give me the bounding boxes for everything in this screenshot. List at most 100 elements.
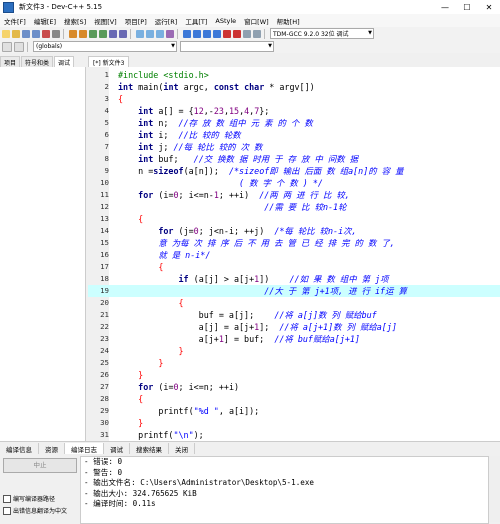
main-toolbar: TDM-GCC 9.2.0 32位 调试 ▼: [0, 27, 500, 40]
redo-icon[interactable]: [79, 29, 87, 38]
menu-file[interactable]: 文件[F]: [4, 16, 26, 26]
project-new-icon[interactable]: [136, 29, 144, 38]
rebuild-icon[interactable]: [213, 29, 221, 38]
compile-run-icon[interactable]: [203, 29, 211, 38]
profile-delete-icon[interactable]: [253, 29, 261, 38]
code-line: 3{: [104, 94, 124, 104]
title-bar: 新文件3 - Dev-C++ 5.15 — ☐ ✕: [0, 0, 500, 14]
menu-edit[interactable]: 编辑[E]: [34, 16, 56, 26]
tab-project[interactable]: 项目: [0, 56, 21, 67]
line-number: 23: [100, 334, 109, 343]
close-file-icon[interactable]: [42, 29, 50, 38]
line-number: 8: [104, 154, 109, 163]
new-file-icon[interactable]: [2, 29, 10, 38]
code-line: 24 }: [100, 346, 184, 356]
project-add-icon[interactable]: [146, 29, 154, 38]
compiler-path-checkbox[interactable]: 编写编译器路径: [3, 494, 55, 503]
tab-debug-bottom[interactable]: 调试: [104, 442, 130, 455]
check-syntax-icon[interactable]: [166, 29, 174, 38]
tab-resources[interactable]: 资源: [39, 442, 65, 455]
stop-icon[interactable]: [233, 29, 241, 38]
chevron-down-icon: ▼: [368, 30, 372, 36]
close-button[interactable]: ✕: [478, 0, 500, 14]
code-editor[interactable]: 1 #include <stdio.h> 2 int main(int argc, …: [88, 67, 500, 441]
menu-bar: 文件[F] 编辑[E] 搜索[S] 视图[V] 项目[P] 运行[R] 工具[T…: [0, 14, 500, 27]
menu-help[interactable]: 帮助[H]: [277, 16, 300, 26]
tab-debug[interactable]: 调试: [54, 56, 75, 67]
project-remove-icon[interactable]: [156, 29, 164, 38]
line-number: 3: [104, 94, 109, 103]
tab-compile-info[interactable]: 编译信息: [0, 442, 39, 455]
code-line: 28 {: [100, 394, 144, 404]
tab-search-results[interactable]: 搜索结果: [130, 442, 169, 455]
line-number: 26: [100, 370, 109, 379]
line-number: 30: [100, 418, 109, 427]
line-number: 10: [100, 178, 109, 187]
line-number: 7: [104, 142, 109, 151]
log-scrollbar[interactable]: [488, 456, 500, 522]
debug-icon[interactable]: [223, 29, 231, 38]
code-line-highlighted: 19 //大 于 第 j+1项, 进 行 if运 算: [88, 285, 500, 297]
stop-button[interactable]: 中止: [3, 458, 77, 473]
scope-select-value: (globals): [36, 43, 63, 50]
left-panel-tabs: 项目 符号和类 调试: [0, 56, 85, 67]
save-all-icon[interactable]: [32, 29, 40, 38]
line-number: 2: [104, 82, 109, 91]
line-number: 17: [100, 262, 109, 271]
code-line: 18 if (a[j] > a[j+1]) //如 果 数 组中 第 j项: [100, 274, 389, 284]
minimize-button[interactable]: —: [434, 0, 456, 14]
menu-view[interactable]: 视图[V]: [94, 16, 117, 26]
maximize-button[interactable]: ☐: [456, 0, 478, 14]
scope-select[interactable]: (globals) ▼: [33, 41, 177, 52]
menu-tools[interactable]: 工具[T]: [185, 16, 207, 26]
line-number: 19: [100, 286, 109, 295]
compiler-select-value: TDM-GCC 9.2.0 32位 调试: [273, 31, 349, 38]
line-number: 24: [100, 346, 109, 355]
line-number: 28: [100, 394, 109, 403]
save-icon[interactable]: [22, 29, 30, 38]
print-icon[interactable]: [52, 29, 60, 38]
translate-errors-checkbox[interactable]: 出错信息翻译为中文: [3, 506, 67, 515]
find-icon[interactable]: [89, 29, 97, 38]
compile-icon[interactable]: [183, 29, 191, 38]
code-line: 17 {: [100, 262, 164, 272]
log-line: - 编译时间: 0.11s: [84, 499, 156, 508]
compiler-select[interactable]: TDM-GCC 9.2.0 32位 调试 ▼: [270, 28, 374, 39]
replace-icon[interactable]: [99, 29, 107, 38]
tab-close[interactable]: 关闭: [169, 442, 195, 455]
code-line: 7 int j; //每 轮比 较的 次 数: [104, 142, 263, 152]
code-line: 16 就 是 n-i*/: [100, 250, 211, 260]
run-icon[interactable]: [193, 29, 201, 38]
line-number: 15: [100, 238, 109, 247]
log-line: - 错误: 0: [84, 457, 123, 466]
line-number: 4: [104, 106, 109, 115]
open-file-icon[interactable]: [12, 29, 20, 38]
menu-run[interactable]: 运行[R]: [155, 16, 178, 26]
member-select[interactable]: ▼: [180, 41, 274, 52]
tab-compile-log[interactable]: 编译日志: [65, 442, 104, 455]
compile-log-output: - 错误: 0- 警告: 0- 输出文件名: C:\Users\Administ…: [80, 456, 489, 524]
checkbox-label: 编写编译器路径: [13, 496, 56, 503]
insert-icon[interactable]: [14, 41, 24, 52]
menu-search[interactable]: 搜索[S]: [64, 16, 86, 26]
tab-symbols[interactable]: 符号和类: [21, 56, 54, 67]
bookmark-icon[interactable]: [119, 29, 127, 38]
log-line: - 警告: 0: [84, 467, 123, 477]
line-number: 13: [100, 214, 109, 223]
code-line: 1 #include <stdio.h>: [104, 70, 209, 80]
checkbox-icon: [3, 494, 11, 503]
bottom-panel: 中止 编写编译器路径 出错信息翻译为中文 - 错误: 0- 警告: 0- 输出文…: [0, 454, 500, 524]
code-line: 10 ( 数 字 个 数 ) */: [100, 178, 323, 188]
line-number: 16: [100, 250, 109, 259]
line-number: 5: [104, 118, 109, 127]
line-number: 20: [100, 298, 109, 307]
log-line: - 输出文件名: C:\Users\Administrator\Desktop\…: [84, 478, 314, 487]
goto-icon[interactable]: [109, 29, 117, 38]
toolbar-separator: [63, 28, 64, 39]
menu-project[interactable]: 项目[P]: [125, 16, 147, 26]
menu-window[interactable]: 窗口[W]: [244, 16, 269, 26]
new-class-icon[interactable]: [2, 41, 12, 52]
profile-icon[interactable]: [243, 29, 251, 38]
menu-astyle[interactable]: AStyle: [215, 17, 236, 25]
undo-icon[interactable]: [69, 29, 77, 38]
